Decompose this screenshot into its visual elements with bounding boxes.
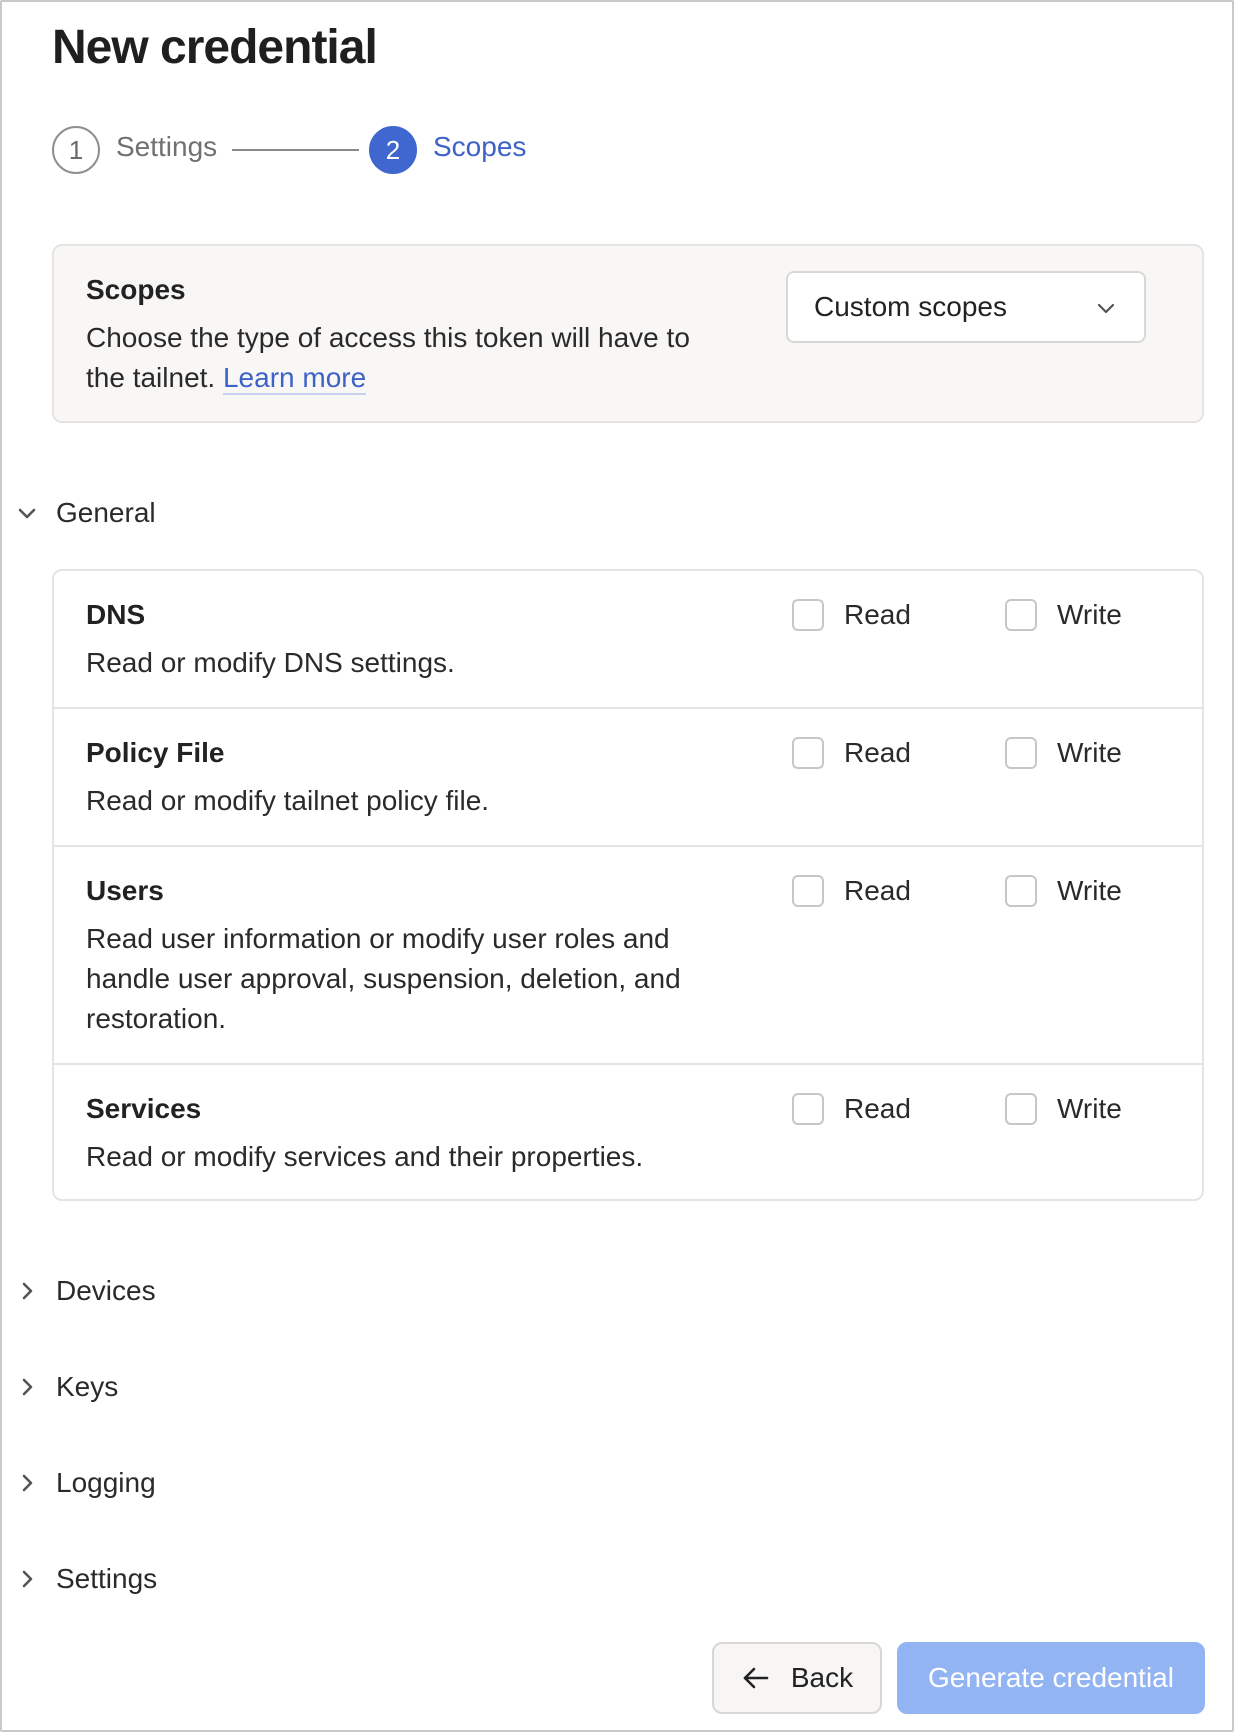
page-title: New credential [52,21,378,74]
permission-row-policy-file: Policy File Read or modify tailnet polic… [54,709,1202,847]
chevron-right-icon [22,1570,33,1588]
section-devices-label: Devices [56,1275,156,1306]
permission-description: Read or modify DNS settings. [86,647,455,678]
policy-file-write-option[interactable]: Write [1005,737,1122,769]
stepper: 1 Settings 2 Scopes [52,124,612,174]
chevron-right-icon [22,1378,33,1396]
chevron-right-icon [22,1282,33,1300]
learn-more-link[interactable]: Learn more [222,362,367,395]
scope-type-select[interactable]: Custom scopes [786,271,1146,343]
section-general-toggle[interactable]: General [16,493,156,533]
generate-credential-button[interactable]: Generate credential [897,1642,1205,1714]
policy-file-write-checkbox[interactable] [1005,737,1037,769]
section-devices-toggle[interactable]: Devices [16,1271,156,1311]
dns-write-checkbox[interactable] [1005,599,1037,631]
permission-name: Policy File [86,737,225,768]
chevron-down-icon [18,508,36,519]
users-read-checkbox[interactable] [792,875,824,907]
read-label: Read [844,737,911,768]
general-permissions-table: DNS Read or modify DNS settings. Read Wr… [52,569,1204,1201]
services-read-checkbox[interactable] [792,1093,824,1125]
permission-description: Read user information or modify user rol… [86,923,681,1034]
step-2-label: Scopes [433,131,527,162]
services-read-option[interactable]: Read [792,1093,911,1125]
permission-row-users: Users Read user information or modify us… [54,847,1202,1065]
dns-read-checkbox[interactable] [792,599,824,631]
scope-type-select-value: Custom scopes [814,291,1007,322]
step-2-circle: 2 [369,126,417,174]
step-1-circle[interactable]: 1 [52,126,100,174]
read-label: Read [844,1093,911,1124]
write-label: Write [1057,737,1122,768]
chevron-right-icon [22,1474,33,1492]
permission-row-services: Services Read or modify services and the… [54,1065,1202,1199]
write-label: Write [1057,1093,1122,1124]
section-logging-toggle[interactable]: Logging [16,1463,156,1503]
step-connector-line [232,149,359,151]
arrow-left-icon [743,1667,769,1689]
read-label: Read [844,599,911,630]
users-write-checkbox[interactable] [1005,875,1037,907]
permission-description: Read or modify services and their proper… [86,1141,644,1172]
scopes-description-text: Choose the type of access this token wil… [86,322,690,393]
scopes-card: Scopes Choose the type of access this to… [52,244,1204,423]
section-general-label: General [56,497,156,528]
back-button[interactable]: Back [712,1642,882,1714]
users-read-option[interactable]: Read [792,875,911,907]
section-logging-label: Logging [56,1467,156,1498]
section-settings-label: Settings [56,1563,158,1594]
write-label: Write [1057,875,1122,906]
policy-file-read-checkbox[interactable] [792,737,824,769]
section-settings-toggle[interactable]: Settings [16,1559,157,1599]
back-button-label: Back [790,1662,854,1693]
chevron-down-icon [1097,303,1115,314]
dns-read-option[interactable]: Read [792,599,911,631]
write-label: Write [1057,599,1122,630]
permission-row-dns: DNS Read or modify DNS settings. Read Wr… [54,571,1202,709]
services-write-option[interactable]: Write [1005,1093,1122,1125]
generate-credential-label: Generate credential [928,1662,1174,1693]
section-keys-toggle[interactable]: Keys [16,1367,118,1407]
step-1-label[interactable]: Settings [116,130,217,164]
permission-name: DNS [86,599,146,630]
permission-description: Read or modify tailnet policy file. [86,785,490,816]
users-write-option[interactable]: Write [1005,875,1122,907]
policy-file-read-option[interactable]: Read [792,737,911,769]
permission-name: Services [86,1093,202,1124]
dialog-frame: New credential 1 Settings 2 Scopes Scope… [0,0,1234,1732]
scopes-title: Scopes [86,274,186,305]
scopes-description: Choose the type of access this token wil… [86,318,736,398]
section-keys-label: Keys [56,1371,119,1402]
permission-name: Users [86,875,164,906]
services-write-checkbox[interactable] [1005,1093,1037,1125]
read-label: Read [844,875,911,906]
dns-write-option[interactable]: Write [1005,599,1122,631]
